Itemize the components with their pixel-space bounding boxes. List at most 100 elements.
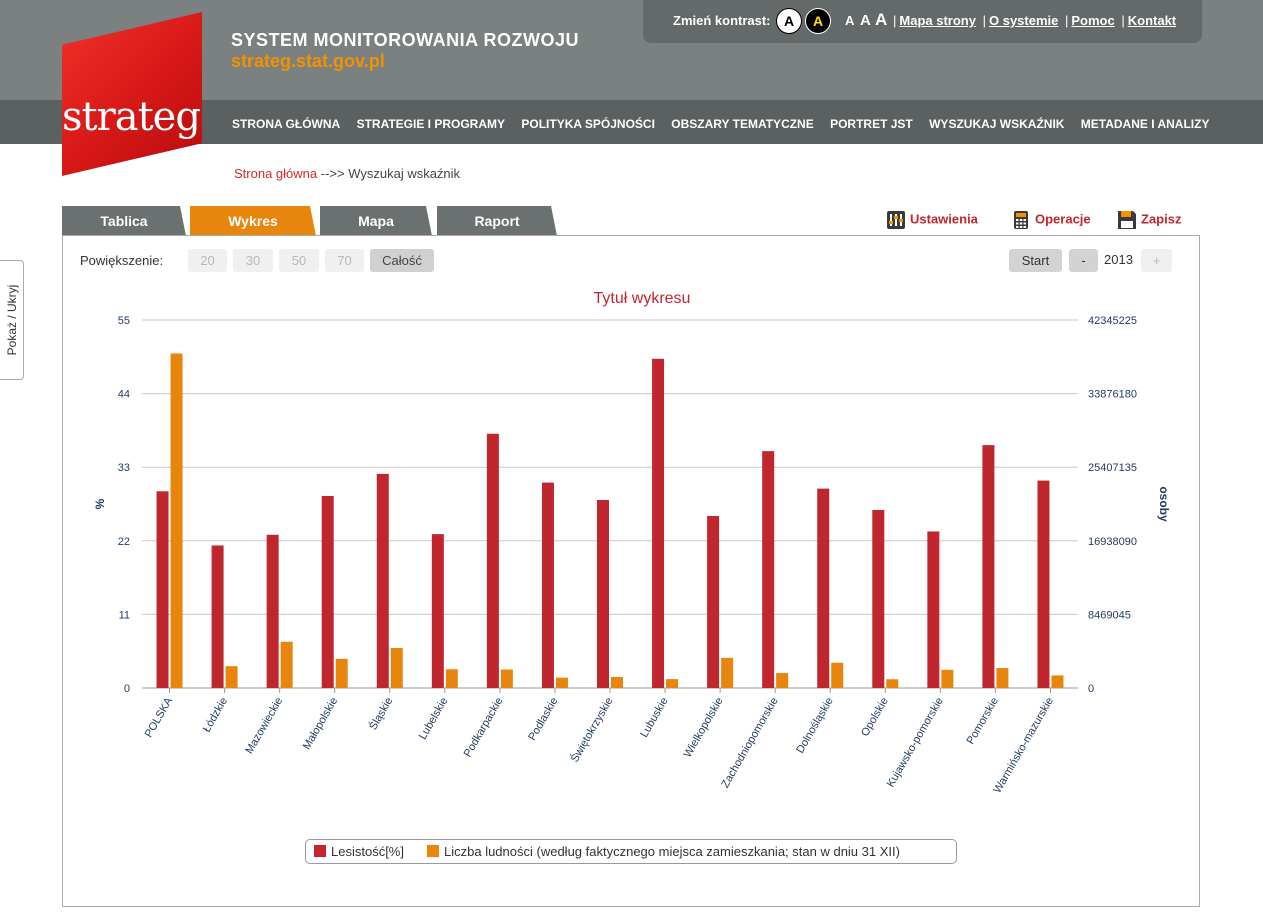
font-small-button[interactable]: A xyxy=(845,13,854,28)
bar-population xyxy=(390,648,403,688)
x-tick-label: Opolskie xyxy=(859,696,891,739)
bar-forest xyxy=(817,488,830,688)
legend-swatch-red xyxy=(314,845,326,857)
font-medium-button[interactable]: A xyxy=(860,12,871,29)
contrast-normal-button[interactable]: A xyxy=(776,8,802,34)
tab-chart[interactable]: Wykres xyxy=(190,206,316,236)
save-button[interactable]: Zapisz xyxy=(1117,210,1181,230)
bar-population xyxy=(611,677,623,688)
link-help[interactable]: Pomoc xyxy=(1071,13,1114,28)
zoom-all-button[interactable]: Całość xyxy=(370,249,434,272)
logo-text[interactable]: strateg xyxy=(62,94,201,140)
bar-forest xyxy=(321,495,334,688)
site-title: SYSTEM MONITOROWANIA ROZWOJU xyxy=(231,30,580,50)
bar-forest xyxy=(211,545,224,688)
settings-button[interactable]: Ustawienia xyxy=(886,210,978,230)
left-tick-label: 44 xyxy=(118,389,130,401)
zoom-50-button[interactable]: 50 xyxy=(279,249,319,272)
left-tick-label: 11 xyxy=(119,609,130,621)
x-tick-label: Lubuskie xyxy=(638,696,670,740)
bar-population xyxy=(886,679,899,688)
x-tick-label: Łódzkie xyxy=(201,696,230,735)
left-tick-label: 55 xyxy=(118,315,130,327)
site-url[interactable]: strateg.stat.gov.pl xyxy=(231,51,385,72)
link-about[interactable]: O systemie xyxy=(989,13,1058,28)
floppy-disk-icon xyxy=(1118,211,1136,229)
nav-strategies[interactable]: STRATEGIE I PROGRAMY xyxy=(357,117,505,131)
zoom-20-button[interactable]: 20 xyxy=(188,249,227,272)
x-tick-label: Kujawsko-pomorskie xyxy=(885,696,946,790)
link-contact[interactable]: Kontakt xyxy=(1128,13,1176,28)
operations-button[interactable]: Operacje xyxy=(1011,210,1091,230)
bar-population xyxy=(776,673,789,688)
bar-population xyxy=(335,658,348,688)
nav-jst-portrait[interactable]: PORTRET JST xyxy=(830,117,913,131)
contrast-high-button[interactable]: A xyxy=(805,8,831,34)
x-tick-label: Świętokrzyskie xyxy=(568,695,616,765)
x-tick-label: Zachodniopomorskie xyxy=(719,696,780,790)
contrast-label: Zmień kontrast: xyxy=(673,13,771,28)
right-tick-label: 0 xyxy=(1088,683,1094,695)
breadcrumb-separator: -->> xyxy=(317,166,349,181)
main-nav: STRONA GŁÓWNA STRATEGIE I PROGRAMY POLIT… xyxy=(232,117,1222,131)
breadcrumb-home[interactable]: Strona główna xyxy=(234,166,317,181)
year-minus-button[interactable]: - xyxy=(1069,249,1098,272)
tab-table[interactable]: Tablica xyxy=(62,206,186,236)
bar-forest xyxy=(707,516,720,688)
side-toggle[interactable]: Pokaż / Ukryj xyxy=(0,260,24,380)
bar-forest xyxy=(376,473,389,688)
save-label: Zapisz xyxy=(1141,211,1182,227)
right-tick-label: 16938090 xyxy=(1088,536,1137,548)
year-label: 2013 xyxy=(1104,252,1133,267)
timeline-start-button[interactable]: Start xyxy=(1009,249,1062,272)
legend-label-population: Liczba ludności (według faktycznego miej… xyxy=(444,844,900,859)
bar-forest xyxy=(597,499,609,688)
x-tick-label: POLSKA xyxy=(143,695,176,740)
link-site-map[interactable]: Mapa strony xyxy=(899,13,976,28)
font-large-button[interactable]: A xyxy=(875,10,887,30)
legend-label-forest: Lesistość[%] xyxy=(331,844,404,859)
zoom-30-button[interactable]: 30 xyxy=(233,249,273,272)
bar-population xyxy=(170,353,183,688)
bar-population xyxy=(1051,675,1064,688)
nav-cohesion-policy[interactable]: POLITYKA SPÓJNOŚCI xyxy=(521,117,655,131)
left-tick-label: 33 xyxy=(118,462,130,474)
bar-forest xyxy=(486,433,499,688)
year-plus-button[interactable]: + xyxy=(1141,249,1172,272)
sliders-icon xyxy=(887,211,905,229)
x-tick-label: Mazowieckie xyxy=(243,696,285,757)
nav-search-indicator[interactable]: WYSZUKAJ WSKAŹNIK xyxy=(929,117,1064,131)
left-axis-title: % xyxy=(93,498,107,509)
settings-label: Ustawienia xyxy=(910,211,978,227)
left-tick-label: 22 xyxy=(118,536,130,548)
x-tick-label: Podlaskie xyxy=(526,696,560,743)
nav-thematic-areas[interactable]: OBSZARY TEMATYCZNE xyxy=(671,117,813,131)
zoom-70-button[interactable]: 70 xyxy=(325,249,364,272)
bar-forest xyxy=(927,531,940,688)
operations-label: Operacje xyxy=(1035,211,1091,227)
bar-forest xyxy=(156,491,169,688)
legend-swatch-orange xyxy=(427,845,439,857)
x-tick-label: Małopolskie xyxy=(301,696,340,752)
calculator-icon xyxy=(1014,211,1028,229)
breadcrumb-current: Wyszukaj wskaźnik xyxy=(348,166,461,181)
right-axis-title: osoby xyxy=(1157,486,1171,522)
tab-map[interactable]: Mapa xyxy=(320,206,432,236)
bar-population xyxy=(831,662,844,688)
bar-population xyxy=(666,679,679,688)
nav-metadata[interactable]: METADANE I ANALIZY xyxy=(1081,117,1210,131)
x-tick-label: Warmińsko-mazurskie xyxy=(991,696,1056,796)
legend-item-population[interactable]: Liczba ludności (według faktycznego miej… xyxy=(427,844,900,859)
tab-report[interactable]: Raport xyxy=(437,206,557,236)
zoom-label: Powiększenie: xyxy=(80,253,164,268)
chart-title: Tytuł wykresu xyxy=(594,290,691,307)
nav-home[interactable]: STRONA GŁÓWNA xyxy=(232,117,340,131)
bar-population xyxy=(996,668,1009,688)
side-toggle-label: Pokaż / Ukryj xyxy=(5,284,19,356)
bar-population xyxy=(225,666,238,688)
legend-item-forest[interactable]: Lesistość[%] xyxy=(314,844,404,859)
bar-forest xyxy=(982,445,995,688)
chart-legend: Lesistość[%] Liczba ludności (według fak… xyxy=(305,839,957,864)
x-tick-label: Pomorskie xyxy=(965,696,1001,747)
x-tick-label: Lubelskie xyxy=(417,696,451,742)
